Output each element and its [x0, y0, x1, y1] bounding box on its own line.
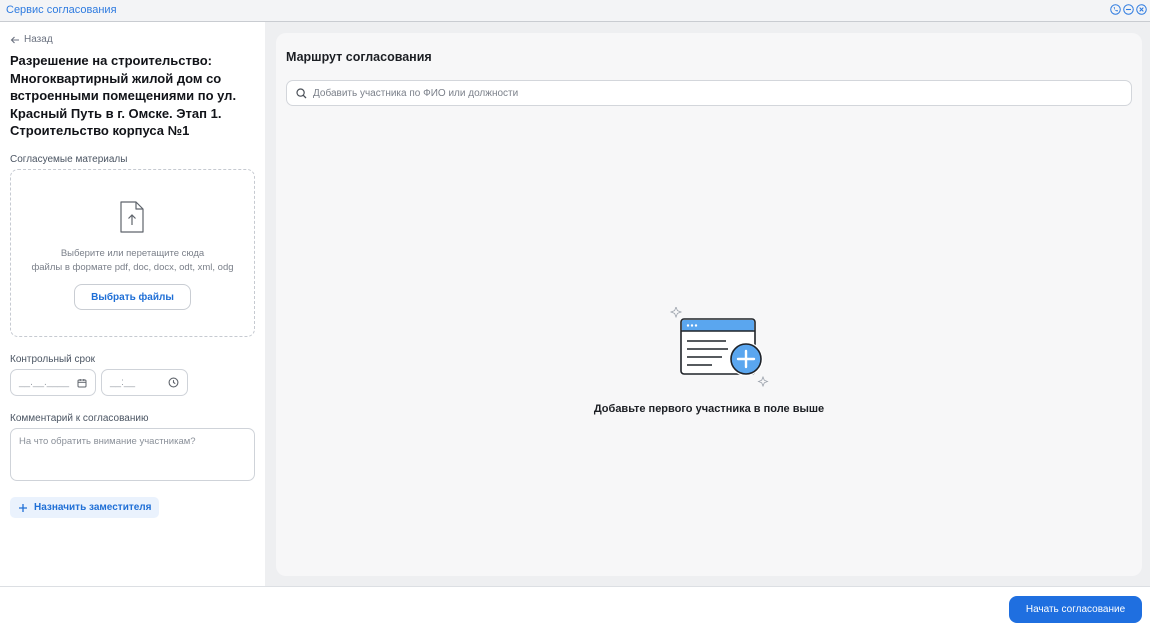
- choose-files-button[interactable]: Выбрать файлы: [74, 284, 191, 310]
- add-participant-illustration-icon: [669, 307, 769, 388]
- time-placeholder: __:__: [110, 377, 136, 388]
- assign-deputy-label: Назначить заместителя: [34, 502, 152, 513]
- empty-state-text: Добавьте первого участника в поле выше: [593, 403, 825, 415]
- phone-icon[interactable]: [1110, 4, 1121, 15]
- file-dropzone[interactable]: Выберите или перетащите сюда файлы в фор…: [10, 169, 255, 337]
- assign-deputy-button[interactable]: Назначить заместителя: [10, 497, 159, 518]
- participant-search-input[interactable]: Добавить участника по ФИО или должности: [286, 80, 1132, 106]
- app-title: Сервис согласования: [6, 4, 117, 16]
- dropzone-hint: Выберите или перетащите сюда файлы в фор…: [11, 247, 254, 274]
- search-placeholder: Добавить участника по ФИО или должности: [313, 87, 519, 99]
- deadline-label: Контрольный срок: [10, 354, 96, 365]
- minimize-icon[interactable]: [1123, 4, 1134, 15]
- footer-bar: Начать согласование: [0, 586, 1150, 629]
- dropzone-hint-line2: файлы в формате pdf, doc, docx, odt, xml…: [31, 261, 234, 273]
- comment-placeholder: На что обратить внимание участникам?: [19, 436, 196, 447]
- file-upload-icon: [120, 201, 144, 233]
- arrow-left-icon: [10, 36, 19, 43]
- date-placeholder: __.__.____: [19, 377, 70, 388]
- window-controls: [1110, 4, 1147, 15]
- left-panel: Назад Разрешение на строительство: Много…: [0, 22, 265, 586]
- route-card: Маршрут согласования Добавить участника …: [276, 33, 1142, 576]
- close-icon[interactable]: [1136, 4, 1147, 15]
- document-title: Разрешение на строительство: Многокварти…: [10, 53, 237, 138]
- dropzone-hint-line1: Выберите или перетащите сюда: [60, 248, 205, 259]
- comment-textarea[interactable]: На что обратить внимание участникам?: [10, 428, 255, 481]
- back-link[interactable]: Назад: [10, 34, 53, 45]
- window-titlebar: Сервис согласования: [0, 0, 1150, 22]
- route-title: Маршрут согласования: [286, 50, 432, 64]
- comment-label: Комментарий к согласованию: [10, 413, 149, 424]
- materials-label: Согласуемые материалы: [10, 154, 128, 165]
- clock-icon[interactable]: [168, 377, 179, 388]
- start-approval-button[interactable]: Начать согласование: [1009, 596, 1142, 623]
- back-label: Назад: [24, 34, 53, 45]
- time-input[interactable]: __:__: [101, 369, 188, 396]
- plus-icon: [19, 503, 27, 512]
- search-icon: [296, 87, 307, 98]
- date-input[interactable]: __.__.____: [10, 369, 96, 396]
- calendar-icon[interactable]: [77, 378, 87, 388]
